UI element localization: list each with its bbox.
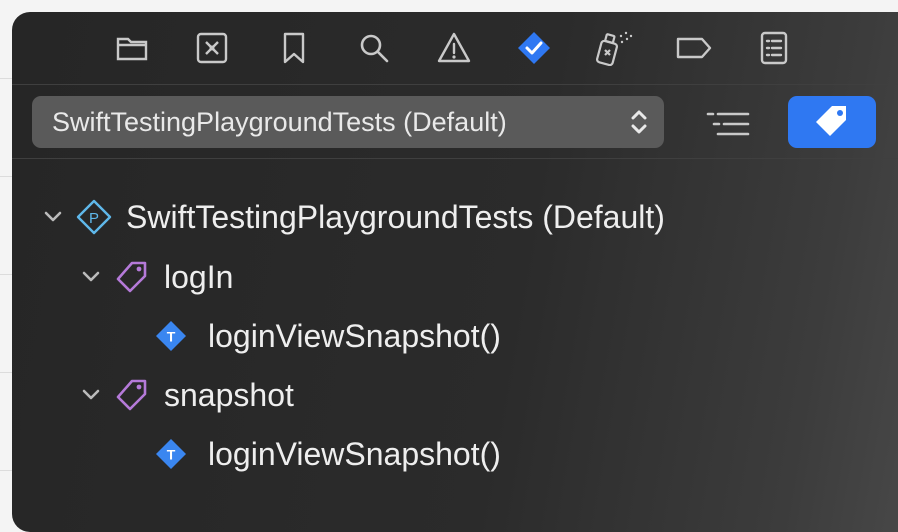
debug-spray-icon — [595, 31, 633, 66]
tree-row-test[interactable]: T loginViewSnapshot() — [154, 429, 501, 479]
tree-row-tag-snapshot[interactable]: snapshot — [80, 370, 294, 420]
hierarchy-view-button[interactable] — [704, 104, 752, 144]
scheme-selector-label: SwiftTestingPlaygroundTests (Default) — [52, 107, 507, 137]
tag-group-icon — [114, 259, 150, 295]
issue-navigator-button[interactable] — [434, 30, 474, 66]
warning-icon — [437, 32, 471, 63]
svg-text:T: T — [167, 329, 176, 345]
bookmark-navigator-button[interactable] — [274, 30, 314, 66]
debug-navigator-button[interactable] — [594, 30, 634, 66]
header-divider — [12, 158, 898, 159]
disclosure-chevron-icon[interactable] — [42, 206, 64, 228]
tag-view-button[interactable] — [788, 96, 876, 148]
tree-row-tag-login[interactable]: logIn — [80, 252, 233, 302]
list-icon — [706, 112, 750, 136]
toolbar-divider — [12, 84, 898, 85]
test-plan-label: SwiftTestingPlaygroundTests (Default) — [126, 198, 665, 235]
source-control-navigator-button[interactable] — [192, 30, 232, 66]
test-function-icon: T — [154, 437, 188, 471]
test-function-icon: T — [154, 319, 188, 353]
search-icon — [360, 34, 389, 63]
disclosure-chevron-icon[interactable] — [80, 384, 102, 406]
test-function-label: loginViewSnapshot() — [208, 317, 501, 354]
svg-text:P: P — [89, 210, 99, 227]
chevron-up-down-icon — [631, 110, 647, 134]
tree-row-test-plan[interactable]: P SwiftTestingPlaygroundTests (Default) — [42, 192, 665, 242]
tag-group-label: logIn — [164, 258, 234, 295]
navigator-toolbar — [12, 12, 898, 84]
source-control-icon — [196, 32, 228, 64]
tag-group-icon — [114, 377, 150, 413]
report-icon — [760, 31, 788, 65]
test-plan-icon: P — [76, 199, 112, 235]
tag-group-label: snapshot — [164, 376, 294, 413]
breakpoint-navigator-button[interactable] — [674, 30, 714, 66]
test-navigator-button[interactable] — [514, 30, 554, 66]
folder-icon — [116, 37, 148, 61]
scheme-selector[interactable]: SwiftTestingPlaygroundTests (Default) — [32, 96, 664, 148]
bookmark-icon — [283, 32, 305, 64]
tag-icon — [816, 106, 846, 136]
navigator-panel: SwiftTestingPlaygroundTests (Default) P … — [12, 12, 898, 532]
project-navigator-button[interactable] — [112, 30, 152, 66]
test-navigator-icon — [518, 32, 550, 64]
report-navigator-button[interactable] — [754, 30, 794, 66]
test-function-label: loginViewSnapshot() — [208, 435, 501, 472]
disclosure-chevron-icon[interactable] — [80, 266, 102, 288]
svg-text:T: T — [167, 447, 176, 463]
tag-outline-icon — [676, 37, 712, 59]
find-navigator-button[interactable] — [354, 30, 394, 66]
tree-row-test[interactable]: T loginViewSnapshot() — [154, 311, 501, 361]
